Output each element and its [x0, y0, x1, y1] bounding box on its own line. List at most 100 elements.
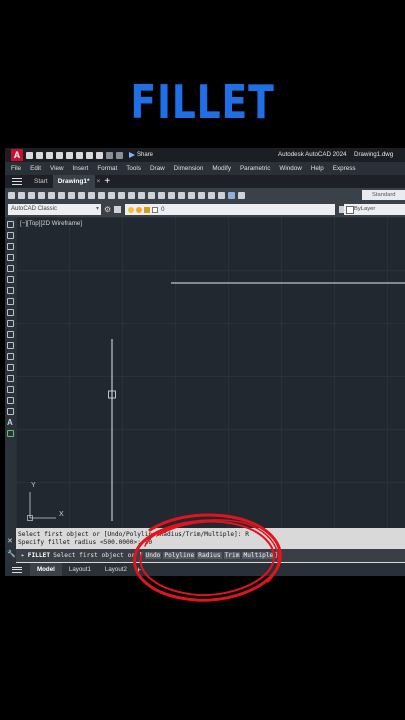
table-icon[interactable] — [7, 408, 14, 415]
layer-properties-icon[interactable] — [114, 206, 122, 213]
new-icon[interactable] — [8, 191, 15, 199]
revision-cloud-icon[interactable] — [7, 298, 14, 305]
properties-icon[interactable] — [168, 191, 175, 199]
hatch-icon[interactable] — [7, 375, 14, 382]
sheet-set-icon[interactable] — [198, 191, 205, 199]
tab-layout1[interactable]: Layout1 — [62, 563, 98, 576]
open-icon[interactable] — [18, 191, 25, 199]
spline-icon[interactable] — [7, 309, 14, 316]
tab-model[interactable]: Model — [30, 563, 62, 576]
paste-icon[interactable] — [88, 191, 95, 199]
save-icon[interactable] — [46, 151, 53, 159]
menu-insert[interactable]: Insert — [73, 165, 89, 172]
customize-icon[interactable]: 🔧 — [7, 550, 16, 558]
plot-icon[interactable] — [38, 191, 45, 199]
layer-thaw-icon[interactable] — [136, 206, 143, 213]
color-dropdown[interactable]: ByLayer — [344, 204, 405, 215]
option-polyline[interactable]: Polyline — [163, 552, 196, 559]
tab-start[interactable]: Start — [29, 175, 53, 188]
save-icon[interactable] — [28, 191, 35, 199]
menu-parametric[interactable]: Parametric — [240, 165, 270, 172]
save-as-icon[interactable] — [56, 151, 63, 159]
publish-icon[interactable] — [58, 191, 65, 199]
layout-menu-icon[interactable] — [12, 566, 22, 573]
menu-format[interactable]: Format — [97, 165, 117, 172]
tab-layout2[interactable]: Layout2 — [98, 563, 134, 576]
layer-on-icon[interactable] — [128, 206, 135, 213]
region-icon[interactable] — [7, 397, 14, 404]
option-trim[interactable]: Trim — [223, 552, 241, 559]
menu-draw[interactable]: Draw — [150, 165, 165, 172]
undo-icon[interactable] — [108, 191, 115, 199]
command-window-controls: ✕ 🔧 — [5, 528, 16, 563]
gradient-icon[interactable] — [7, 386, 14, 393]
help-icon[interactable] — [228, 191, 235, 199]
pan-icon[interactable] — [128, 191, 135, 199]
polygon-icon[interactable] — [7, 254, 14, 261]
layer-lock-icon[interactable] — [144, 206, 151, 213]
menu-file[interactable]: File — [11, 165, 21, 172]
text-style-icon[interactable] — [238, 191, 245, 199]
insert-block-icon[interactable] — [7, 342, 14, 349]
ellipse-arc-icon[interactable] — [7, 331, 14, 338]
close-tab-icon[interactable]: × — [97, 178, 101, 185]
layer-dropdown[interactable]: 0 — [125, 204, 336, 215]
quickcalc-icon[interactable] — [218, 191, 225, 199]
menu-view[interactable]: View — [50, 165, 64, 172]
share-button[interactable]: Share — [129, 152, 153, 158]
menu-edit[interactable]: Edit — [30, 165, 41, 172]
workspace-dropdown[interactable]: AutoCAD Classic — [8, 204, 101, 215]
open-web-icon[interactable] — [66, 151, 73, 159]
ellipse-icon[interactable] — [7, 320, 14, 327]
close-icon[interactable]: ✕ — [7, 537, 13, 545]
redo-icon[interactable] — [106, 151, 113, 159]
match-properties-icon[interactable] — [98, 191, 105, 199]
command-line[interactable]: ▸ FILLET Select first object or [ Undo P… — [16, 549, 405, 562]
new-file-icon[interactable] — [26, 151, 33, 159]
tool-palettes-icon[interactable] — [188, 191, 195, 199]
redo-icon[interactable] — [118, 191, 125, 199]
option-undo[interactable]: Undo — [144, 552, 162, 559]
preview-icon[interactable] — [48, 191, 55, 199]
zoom-realtime-icon[interactable] — [138, 191, 145, 199]
menu-express[interactable]: Express — [333, 165, 356, 172]
command-caret-icon[interactable]: ▸ — [21, 552, 25, 559]
tab-drawing1[interactable]: Drawing1* — [52, 175, 95, 188]
save-web-icon[interactable] — [76, 151, 83, 159]
menu-help[interactable]: Help — [311, 165, 324, 172]
undo-icon[interactable] — [96, 151, 103, 159]
menu-tools[interactable]: Tools — [126, 165, 141, 172]
markup-icon[interactable] — [208, 191, 215, 199]
gear-icon[interactable]: ⚙ — [104, 205, 111, 214]
print-icon[interactable] — [86, 151, 93, 159]
option-radius[interactable]: Radius — [197, 552, 222, 559]
line-icon[interactable] — [7, 221, 14, 228]
arc-icon[interactable] — [7, 276, 14, 283]
copy-icon[interactable] — [78, 191, 85, 199]
zoom-previous-icon[interactable] — [158, 191, 165, 199]
design-center-icon[interactable] — [178, 191, 185, 199]
new-tab-icon[interactable]: + — [104, 176, 110, 187]
option-multiple[interactable]: Multiple — [242, 552, 275, 559]
drawing-canvas[interactable]: [−][Top][2D Wireframe] Y X — [16, 217, 405, 528]
add-layout-icon[interactable]: + — [136, 565, 141, 575]
zoom-window-icon[interactable] — [148, 191, 155, 199]
workspace-dropdown-icon[interactable] — [116, 151, 123, 159]
open-file-icon[interactable] — [36, 151, 43, 159]
hamburger-menu-icon[interactable] — [12, 178, 22, 185]
rectangle-icon[interactable] — [7, 265, 14, 272]
add-selected-icon[interactable] — [7, 430, 14, 437]
command-window: ✕ 🔧 Select first object or [Undo/Polylin… — [5, 528, 405, 563]
point-icon[interactable] — [7, 364, 14, 371]
autocad-logo-icon[interactable]: A — [11, 149, 23, 161]
menu-modify[interactable]: Modify — [212, 165, 231, 172]
multiline-text-icon[interactable]: A — [7, 419, 14, 427]
construction-line-icon[interactable] — [7, 232, 14, 239]
menu-window[interactable]: Window — [279, 165, 301, 172]
polyline-icon[interactable] — [7, 243, 14, 250]
menu-dimension[interactable]: Dimension — [174, 165, 204, 172]
circle-icon[interactable] — [7, 287, 14, 294]
make-block-icon[interactable] — [7, 353, 14, 360]
text-style-dropdown[interactable]: Standard — [362, 190, 405, 200]
cut-icon[interactable] — [68, 191, 75, 199]
